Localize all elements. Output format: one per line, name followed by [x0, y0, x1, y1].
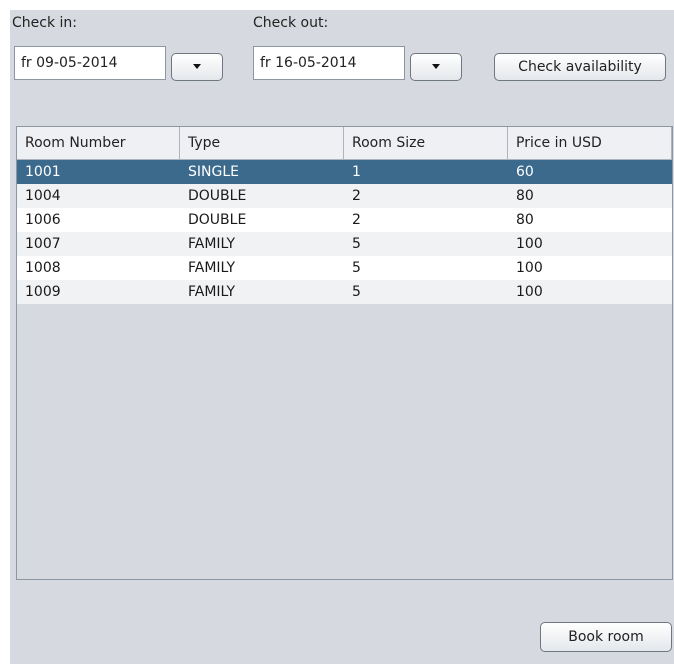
table-row[interactable]: 1004 DOUBLE 2 80	[17, 184, 672, 208]
check-out-dropdown-button[interactable]	[410, 53, 462, 81]
cell-type: SINGLE	[188, 164, 239, 180]
cell-price: 100	[516, 236, 543, 252]
table-row[interactable]: 1001 SINGLE 1 60	[17, 160, 672, 184]
cell-type: FAMILY	[188, 236, 236, 252]
table-header: Room Number Type Room Size Price in USD	[17, 127, 672, 160]
cell-type: FAMILY	[188, 284, 236, 300]
cell-room-size: 2	[352, 188, 361, 204]
cell-room-number: 1008	[25, 260, 61, 276]
column-header-room-number[interactable]: Room Number	[17, 127, 180, 159]
check-in-dropdown-button[interactable]	[171, 53, 223, 81]
cell-price: 100	[516, 260, 543, 276]
cell-room-size: 5	[352, 260, 361, 276]
cell-room-number: 1004	[25, 188, 61, 204]
book-room-button[interactable]: Book room	[540, 622, 672, 652]
cell-room-size: 5	[352, 236, 361, 252]
cell-type: DOUBLE	[188, 212, 247, 228]
cell-room-number: 1009	[25, 284, 61, 300]
cell-price: 60	[516, 164, 534, 180]
cell-price: 80	[516, 188, 534, 204]
column-header-type[interactable]: Type	[180, 127, 344, 159]
check-out-date-field[interactable]: fr 16-05-2014	[253, 46, 405, 80]
chevron-down-icon	[193, 63, 201, 69]
cell-price: 100	[516, 284, 543, 300]
check-in-date-field[interactable]: fr 09-05-2014	[14, 46, 166, 80]
table-row[interactable]: 1007 FAMILY 5 100	[17, 232, 672, 256]
check-in-label: Check in:	[12, 15, 77, 31]
cell-type: DOUBLE	[188, 188, 247, 204]
column-header-room-size[interactable]: Room Size	[344, 127, 508, 159]
cell-room-number: 1001	[25, 164, 61, 180]
chevron-down-icon	[432, 63, 440, 69]
cell-room-number: 1006	[25, 212, 61, 228]
cell-type: FAMILY	[188, 260, 236, 276]
check-availability-button[interactable]: Check availability	[494, 53, 666, 81]
cell-room-number: 1007	[25, 236, 61, 252]
table-row[interactable]: 1008 FAMILY 5 100	[17, 256, 672, 280]
cell-room-size: 2	[352, 212, 361, 228]
cell-price: 80	[516, 212, 534, 228]
cell-room-size: 5	[352, 284, 361, 300]
table-row[interactable]: 1006 DOUBLE 2 80	[17, 208, 672, 232]
cell-room-size: 1	[352, 164, 361, 180]
column-header-price[interactable]: Price in USD	[508, 127, 672, 159]
table-row[interactable]: 1009 FAMILY 5 100	[17, 280, 672, 304]
rooms-table: Room Number Type Room Size Price in USD …	[16, 126, 673, 580]
check-out-label: Check out:	[253, 15, 329, 31]
